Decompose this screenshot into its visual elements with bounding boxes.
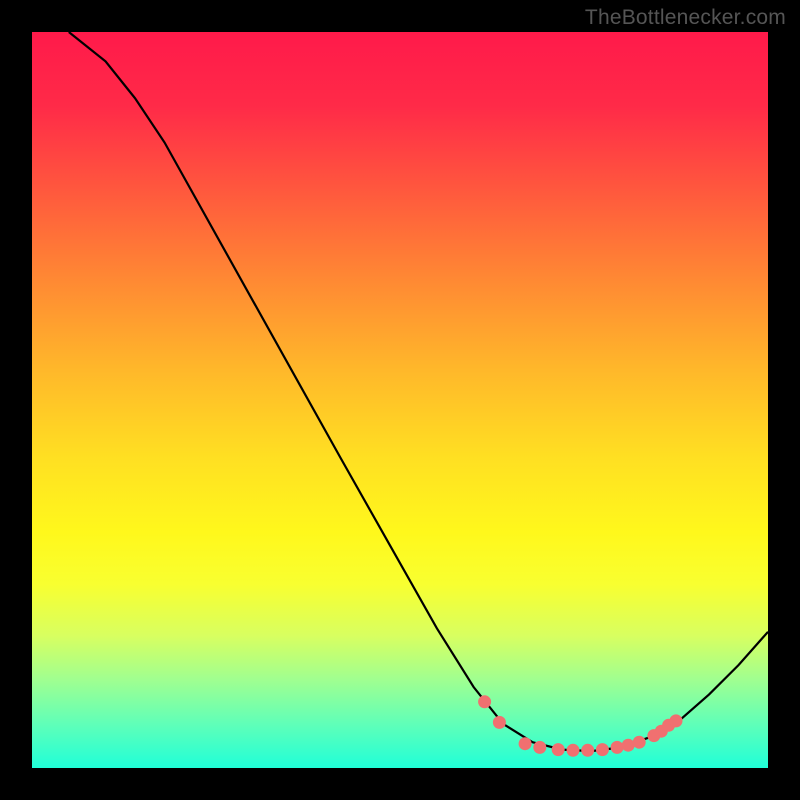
data-dot: [581, 744, 594, 757]
data-dot: [622, 739, 635, 752]
data-dot: [519, 737, 532, 750]
data-dot: [533, 741, 546, 754]
data-dot: [670, 714, 683, 727]
plot-area: [32, 32, 768, 768]
data-dot: [567, 744, 580, 757]
data-dots: [478, 695, 682, 757]
data-dot: [596, 743, 609, 756]
data-dot: [552, 743, 565, 756]
data-dot: [633, 736, 646, 749]
chart-svg: [32, 32, 768, 768]
bottleneck-curve: [69, 32, 768, 751]
attribution-text: TheBottlenecker.com: [585, 6, 786, 30]
data-dot: [493, 716, 506, 729]
data-dot: [611, 741, 624, 754]
data-dot: [478, 695, 491, 708]
